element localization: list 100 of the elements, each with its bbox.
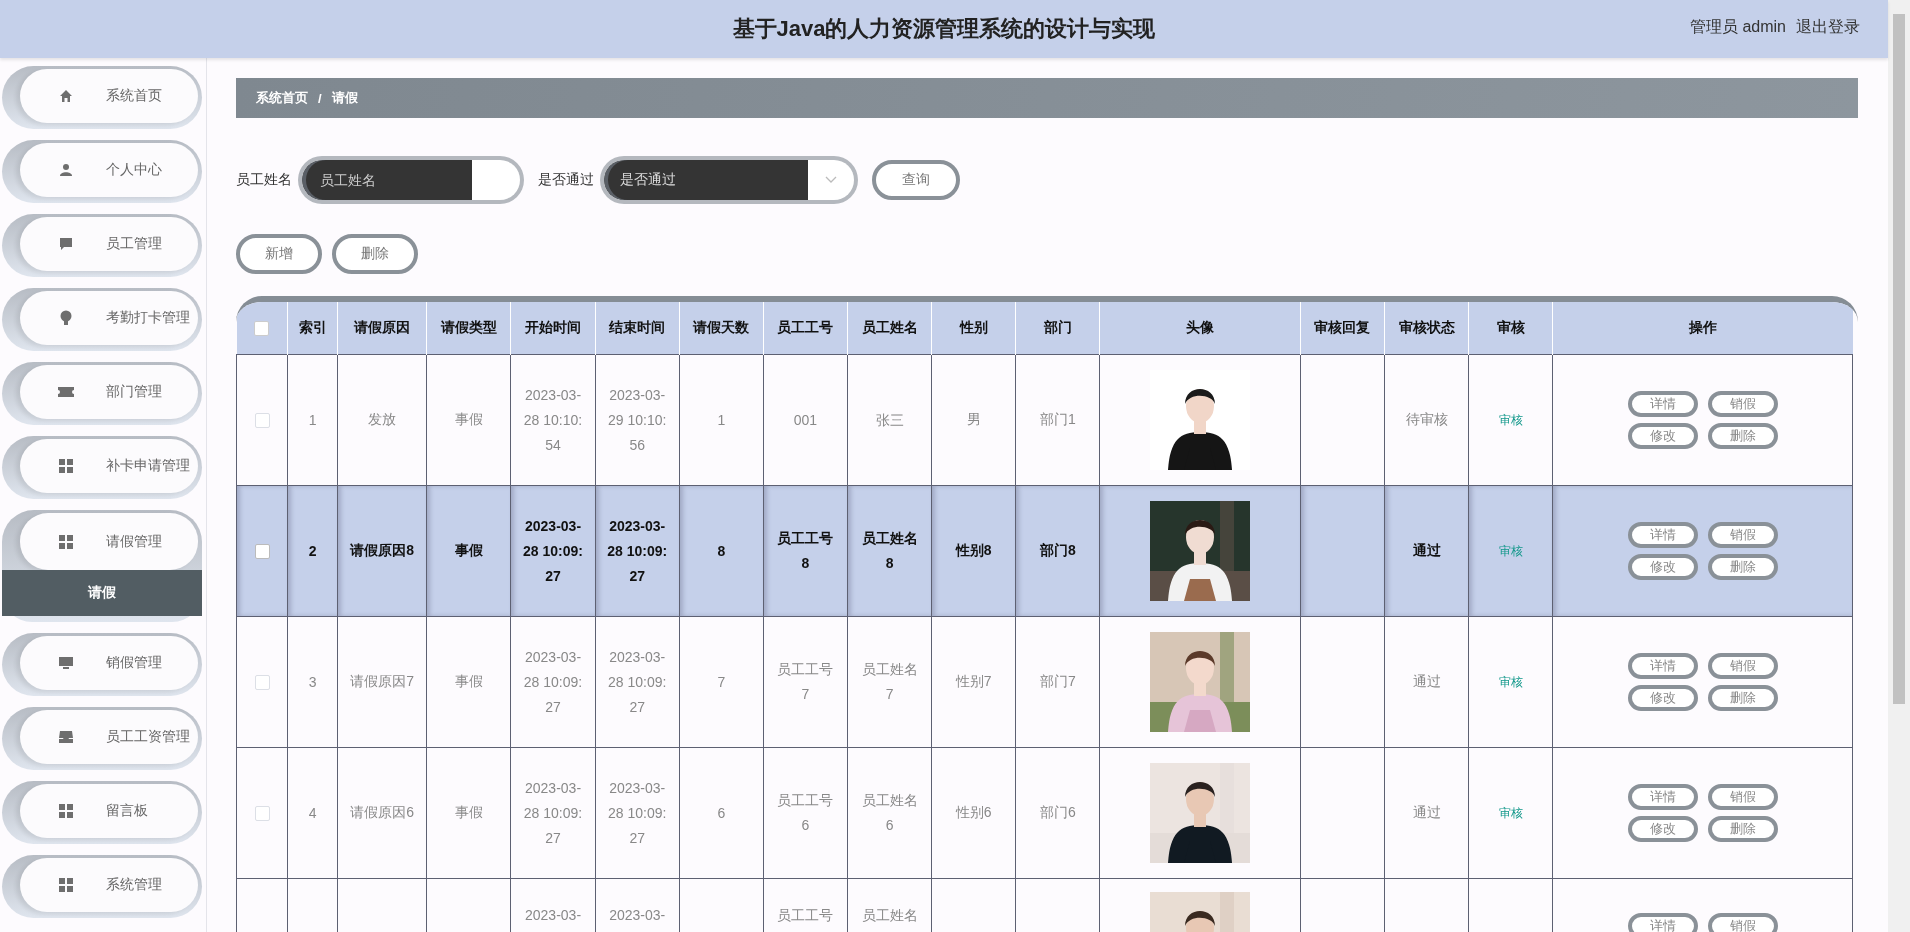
- table-cell-text: 员工姓名: [861, 906, 918, 925]
- home-icon: [59, 89, 73, 103]
- sidebar-item[interactable]: 系统管理: [2, 855, 202, 918]
- table-cell: 部门6: [1040, 804, 1076, 820]
- table-cell: 事假: [454, 411, 483, 427]
- table-row[interactable]: 2023-03- 2023-03- 员工工号 员工姓名 详情 销假: [236, 878, 1853, 932]
- audit-link[interactable]: 审核: [1498, 806, 1523, 820]
- table-cell-text: 员工姓名7: [860, 660, 919, 704]
- row-action-button[interactable]: 修改: [1627, 554, 1698, 580]
- row-action-button[interactable]: 销假: [1707, 653, 1778, 679]
- column-header: 员工姓名: [861, 319, 918, 335]
- table-cell-text: 2023-03-28 10:09:27: [606, 778, 668, 848]
- row-action-button[interactable]: 详情: [1627, 653, 1698, 679]
- breadcrumb-separator: /: [318, 90, 322, 106]
- row-checkbox[interactable]: [254, 544, 270, 560]
- sidebar-item[interactable]: 员工管理: [2, 214, 202, 277]
- app-title: 基于Java的人力资源管理系统的设计与实现: [732, 15, 1156, 43]
- logout-link[interactable]: 退出登录: [1796, 17, 1860, 38]
- table-cell: 1: [717, 412, 726, 428]
- column-header: 性别: [959, 319, 988, 335]
- column-header: 头像: [1186, 319, 1215, 335]
- column-header: 操作: [1688, 319, 1717, 335]
- select-field[interactable]: 是否通过: [600, 156, 858, 204]
- sidebar-item[interactable]: 员工工资管理: [2, 707, 202, 770]
- table-row[interactable]: 3 请假原因7 事假 2023-03-28 10:09:27 2023-03-28 10:09:27 7 员工工号7 员工姓名7 性别7 部门7 通过 审核 详情 销假 修改 删除: [236, 616, 1853, 748]
- table-cell-text: 张三: [875, 410, 904, 430]
- column-header: 审核回复: [1314, 319, 1371, 335]
- audit-link[interactable]: 审核: [1498, 675, 1523, 689]
- sidebar-item[interactable]: 部门管理: [2, 362, 202, 425]
- table-cell-text: 员工工号7: [776, 660, 835, 704]
- table-cell: 1: [308, 412, 317, 428]
- sidebar-item[interactable]: 补卡申请管理: [2, 436, 202, 499]
- table-cell: 请假原因7: [350, 673, 415, 689]
- table-cell-text: 员工工号8: [776, 529, 835, 573]
- row-checkbox[interactable]: [254, 413, 270, 429]
- grid-icon: [59, 534, 73, 549]
- table-cell: 请假原因6: [350, 804, 415, 820]
- row-action-button[interactable]: 删除: [1707, 554, 1778, 580]
- audit-link[interactable]: 审核: [1498, 413, 1523, 427]
- grid-icon: [59, 804, 73, 818]
- column-header: 请假天数: [693, 319, 750, 335]
- table-row[interactable]: 2 请假原因8 事假 2023-03-28 10:09:27 2023-03-28 10:09:27 8 员工工号8 员工姓名8 性别8 部门8 通过 审核 详情 销假 修改 删除: [236, 485, 1853, 617]
- row-action-button[interactable]: 销假: [1707, 391, 1778, 417]
- table-cell-text: 员工工号: [777, 906, 834, 925]
- person-icon: [59, 163, 73, 177]
- row-action-button[interactable]: 修改: [1627, 816, 1698, 842]
- row-action-button[interactable]: 销假: [1707, 913, 1778, 932]
- table-cell: 事假: [454, 804, 483, 820]
- row-action-button[interactable]: 修改: [1627, 685, 1698, 711]
- audit-link[interactable]: 审核: [1498, 544, 1523, 558]
- table-cell: 性别8: [955, 542, 992, 558]
- row-action-button[interactable]: 详情: [1627, 784, 1698, 810]
- table-cell: 性别6: [955, 804, 992, 820]
- column-header: 开始时间: [525, 319, 582, 335]
- sidebar-subitem[interactable]: 请假: [2, 570, 202, 616]
- row-action-button[interactable]: 详情: [1627, 522, 1698, 548]
- table-cell-text: 2023-03-28 10:09:27: [522, 516, 584, 586]
- field-label: 是否通过: [538, 171, 594, 189]
- row-checkbox[interactable]: [254, 806, 270, 822]
- row-action-button[interactable]: 删除: [1707, 423, 1778, 449]
- row-action-button[interactable]: 删除: [1707, 685, 1778, 711]
- row-action-button[interactable]: 详情: [1627, 913, 1698, 932]
- table-cell-text: 员工工号6: [776, 791, 835, 835]
- sidebar-item[interactable]: 留言板: [2, 781, 202, 844]
- table-cell-text: 2023-03-28 10:09:27: [522, 778, 584, 848]
- table-cell-text: 员工姓名6: [860, 791, 919, 835]
- sidebar-item[interactable]: 系统首页: [2, 66, 202, 129]
- table-cell: 请假原因8: [350, 542, 415, 558]
- table-row[interactable]: 4 请假原因6 事假 2023-03-28 10:09:27 2023-03-28 10:09:27 6 员工工号6 员工姓名6 性别6 部门6 通过 审核 详情 销假 修改 删除: [236, 747, 1853, 879]
- column-header: 审核状态: [1398, 319, 1455, 335]
- row-action-button[interactable]: 销假: [1707, 522, 1778, 548]
- table-cell-text: 2023-03-28 10:09:27: [522, 647, 584, 717]
- toolbar-button[interactable]: 删除: [332, 234, 418, 274]
- breadcrumb-item[interactable]: 系统首页: [256, 89, 308, 107]
- table-cell-text: 2023-03-28 10:10:54: [522, 385, 584, 455]
- column-header: 索引: [298, 319, 327, 335]
- table-cell-text: 2023-03-: [525, 906, 582, 925]
- row-action-button[interactable]: 修改: [1627, 423, 1698, 449]
- row-checkbox[interactable]: [254, 675, 270, 691]
- search-field[interactable]: 员工姓名: [302, 160, 472, 200]
- field-label: 员工姓名: [236, 171, 292, 189]
- sidebar-item[interactable]: 考勤打卡管理: [2, 288, 202, 351]
- table-cell-text: 2023-03-29 10:10:56: [606, 385, 668, 455]
- sidebar-item[interactable]: 销假管理: [2, 633, 202, 696]
- table-cell-text: 员工姓名8: [860, 529, 919, 573]
- sidebar-item[interactable]: 个人中心: [2, 140, 202, 203]
- column-header: 员工工号: [777, 319, 834, 335]
- toolbar-button[interactable]: 新增: [236, 234, 322, 274]
- row-action-button[interactable]: 详情: [1627, 391, 1698, 417]
- table-cell-text: 001: [793, 410, 818, 430]
- row-action-button[interactable]: 销假: [1707, 784, 1778, 810]
- table-cell-text: 2023-03-28 10:09:27: [606, 647, 668, 717]
- select-all-checkbox[interactable]: [254, 321, 270, 337]
- search-button[interactable]: 查询: [872, 160, 960, 200]
- breadcrumb-item[interactable]: 请假: [331, 89, 358, 107]
- table-row[interactable]: 1 发放 事假 2023-03-28 10:10:54 2023-03-29 10:10:56 1 001 张三 男 部门1 待审核 审核 详情 销假 修改 删除: [236, 354, 1853, 486]
- row-action-button[interactable]: 删除: [1707, 816, 1778, 842]
- chat-bubble-icon: [59, 237, 73, 251]
- column-header: 请假类型: [440, 319, 497, 335]
- table-cell: 部门8: [1040, 542, 1076, 558]
